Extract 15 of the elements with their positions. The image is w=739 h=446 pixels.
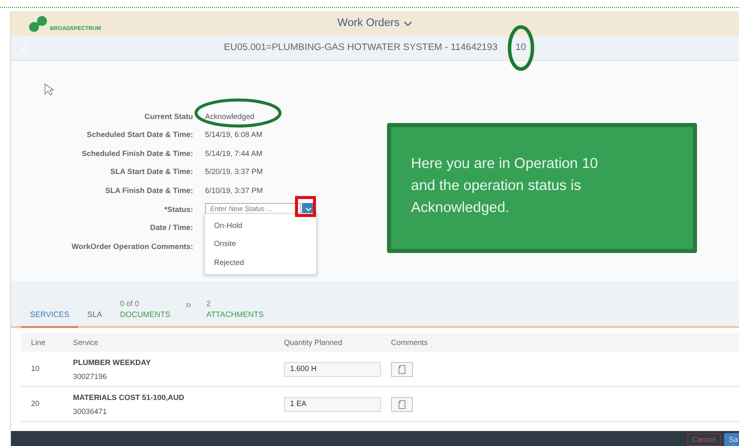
highlight-ellipse — [506, 24, 535, 72]
document-icon — [398, 364, 406, 374]
highlight-square — [295, 196, 316, 217]
chevron-down-icon — [305, 206, 312, 212]
logo-icon — [27, 14, 49, 32]
cursor-icon — [44, 83, 54, 96]
comment-button[interactable] — [391, 362, 413, 376]
object-title: EU05.001=PLUMBING-GAS HOTWATER SYSTEM - 114642193 — [224, 40, 498, 55]
overflow-icon[interactable]: » — [179, 296, 198, 326]
operation-number: 10 — [516, 42, 526, 53]
chevron-down-icon[interactable] — [404, 20, 413, 26]
app-title[interactable]: Work Orders — [337, 15, 400, 32]
comment-button[interactable] — [391, 396, 413, 412]
document-icon — [398, 400, 406, 408]
callout-box: Here you are in Operation 10 and the operation status is Acknowledged. — [387, 123, 697, 253]
